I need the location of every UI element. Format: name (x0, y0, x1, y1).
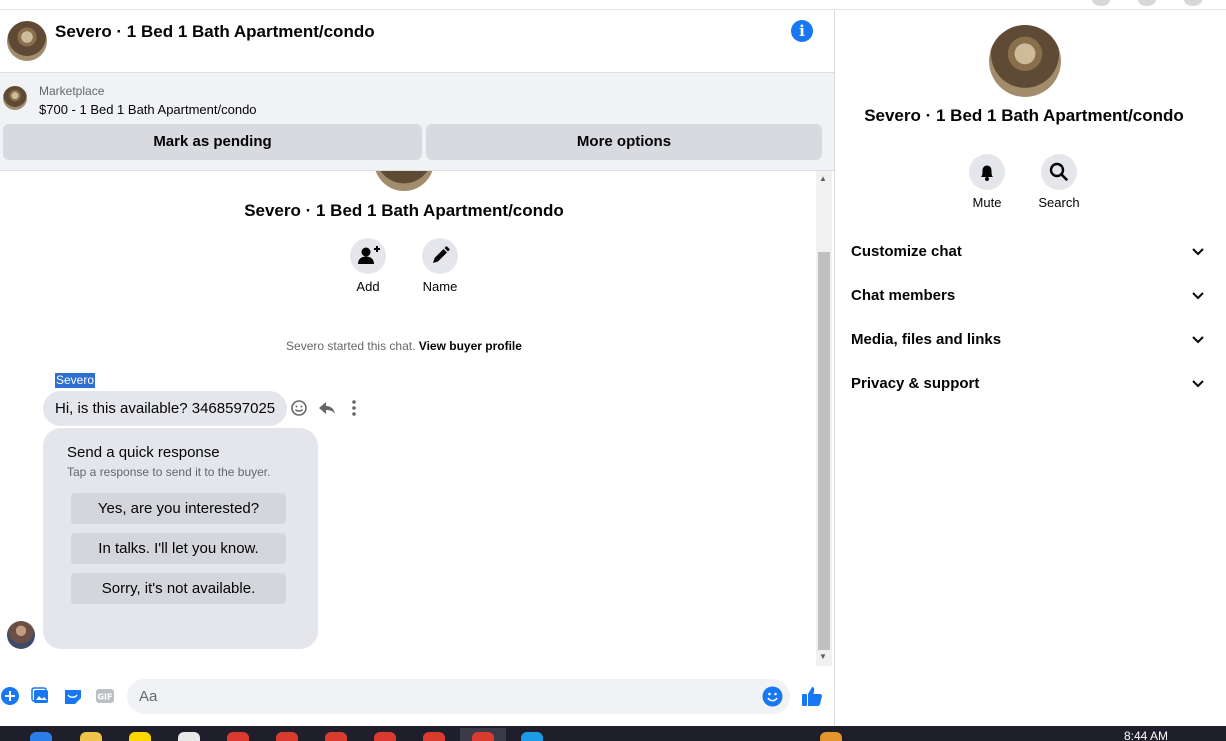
chevron-down-icon (1192, 336, 1204, 344)
marketplace-banner: Marketplace $700 - 1 Bed 1 Bath Apartmen… (0, 73, 834, 171)
add-person-icon (358, 246, 380, 264)
details-title: Severo · 1 Bed 1 Bath Apartment/condo (864, 106, 1184, 125)
buyer-avatar[interactable] (7, 621, 35, 649)
chat-header-title[interactable]: Severo · 1 Bed 1 Bath Apartment/condo (55, 22, 375, 42)
section-media-files-links[interactable]: Media, files and links (851, 327, 1206, 351)
taskbar-app-icon[interactable] (129, 732, 151, 741)
quick-response-title: Send a quick response (67, 444, 220, 461)
window-control-icon[interactable] (1138, 0, 1156, 6)
taskbar-app-icon[interactable] (178, 732, 200, 741)
reply-icon[interactable] (318, 399, 336, 417)
scrollbar-thumb[interactable] (818, 252, 830, 650)
message-input-container (127, 679, 790, 714)
bell-icon (981, 165, 993, 181)
listing-avatar[interactable] (7, 21, 47, 61)
chat-started-text: Severo started this chat. (286, 339, 416, 353)
mute-label: Mute (972, 195, 1002, 210)
scroll-down-icon[interactable]: ▼ (819, 652, 827, 661)
top-window-controls (1092, 0, 1202, 6)
name-button[interactable] (422, 238, 458, 274)
react-emoji-icon[interactable] (290, 399, 308, 417)
start-icon[interactable] (30, 732, 52, 741)
chrome-icon[interactable] (423, 732, 445, 741)
marketplace-label: Marketplace (39, 84, 105, 98)
more-options-button[interactable]: More options (426, 124, 822, 160)
plus-circle-icon[interactable] (0, 686, 20, 706)
chevron-down-icon (1192, 248, 1204, 256)
photo-icon[interactable] (31, 686, 51, 706)
clock-time[interactable]: 8:44 AM (1124, 729, 1168, 741)
name-label: Name (422, 279, 458, 294)
conversation-title: Severo · 1 Bed 1 Bath Apartment/condo (244, 201, 564, 220)
quick-response-option[interactable]: Yes, are you interested? (71, 493, 286, 524)
section-label: Chat members (851, 286, 956, 304)
chat-started-notice: Severo started this chat. View buyer pro… (0, 339, 808, 353)
conversation-avatar (374, 171, 434, 191)
chrome-icon[interactable] (374, 732, 396, 741)
thumbs-up-icon[interactable] (800, 684, 824, 708)
listing-thumbnail (3, 86, 27, 110)
chrome-icon[interactable] (325, 732, 347, 741)
section-customize-chat[interactable]: Customize chat (851, 239, 1206, 263)
chevron-down-icon (1192, 380, 1204, 388)
search-label: Search (1038, 195, 1080, 210)
gif-icon[interactable]: GIF (95, 686, 115, 706)
scroll-up-icon[interactable]: ▲ (819, 174, 827, 183)
info-icon[interactable]: i (791, 20, 813, 42)
sender-name: Severo (55, 373, 96, 388)
pencil-icon (433, 246, 450, 263)
section-chat-members[interactable]: Chat members (851, 283, 1206, 307)
details-avatar (989, 25, 1061, 97)
message-input[interactable] (139, 679, 749, 714)
taskbar-app-icon[interactable] (521, 732, 543, 741)
sticker-icon[interactable] (63, 686, 83, 706)
details-scrollbar[interactable] (1214, 10, 1226, 726)
search-button[interactable] (1041, 154, 1077, 190)
chrome-icon[interactable] (472, 732, 494, 741)
search-icon (1049, 162, 1068, 181)
section-label: Media, files and links (851, 330, 1002, 348)
quick-response-option[interactable]: Sorry, it's not available. (71, 573, 286, 604)
chrome-icon[interactable] (276, 732, 298, 741)
chrome-icon[interactable] (227, 732, 249, 741)
view-buyer-profile-link[interactable]: View buyer profile (419, 339, 522, 353)
emoji-icon[interactable] (762, 686, 783, 707)
mark-as-pending-button[interactable]: Mark as pending (3, 124, 422, 160)
section-label: Privacy & support (851, 374, 980, 392)
quick-response-option[interactable]: In talks. I'll let you know. (71, 533, 286, 564)
window-control-icon[interactable] (1092, 0, 1110, 6)
section-label: Customize chat (851, 242, 962, 260)
quick-response-subtitle: Tap a response to send it to the buyer. (67, 465, 271, 479)
top-strip (0, 0, 1226, 10)
chevron-down-icon (1192, 292, 1204, 300)
add-button[interactable] (350, 238, 386, 274)
message-bubble[interactable]: Hi, is this available? 3468597025 (43, 391, 288, 426)
listing-price-title[interactable]: $700 - 1 Bed 1 Bath Apartment/condo (39, 102, 257, 117)
section-privacy-support[interactable]: Privacy & support (851, 371, 1206, 395)
file-explorer-icon[interactable] (80, 732, 102, 741)
svg-text:GIF: GIF (97, 693, 112, 702)
more-vertical-icon[interactable] (347, 399, 361, 417)
messenger-window: Severo · 1 Bed 1 Bath Apartment/condo i … (0, 0, 1226, 741)
window-control-icon[interactable] (1184, 0, 1202, 6)
mute-button[interactable] (969, 154, 1005, 190)
taskbar-app-icon[interactable] (820, 732, 842, 741)
add-label: Add (356, 279, 380, 294)
